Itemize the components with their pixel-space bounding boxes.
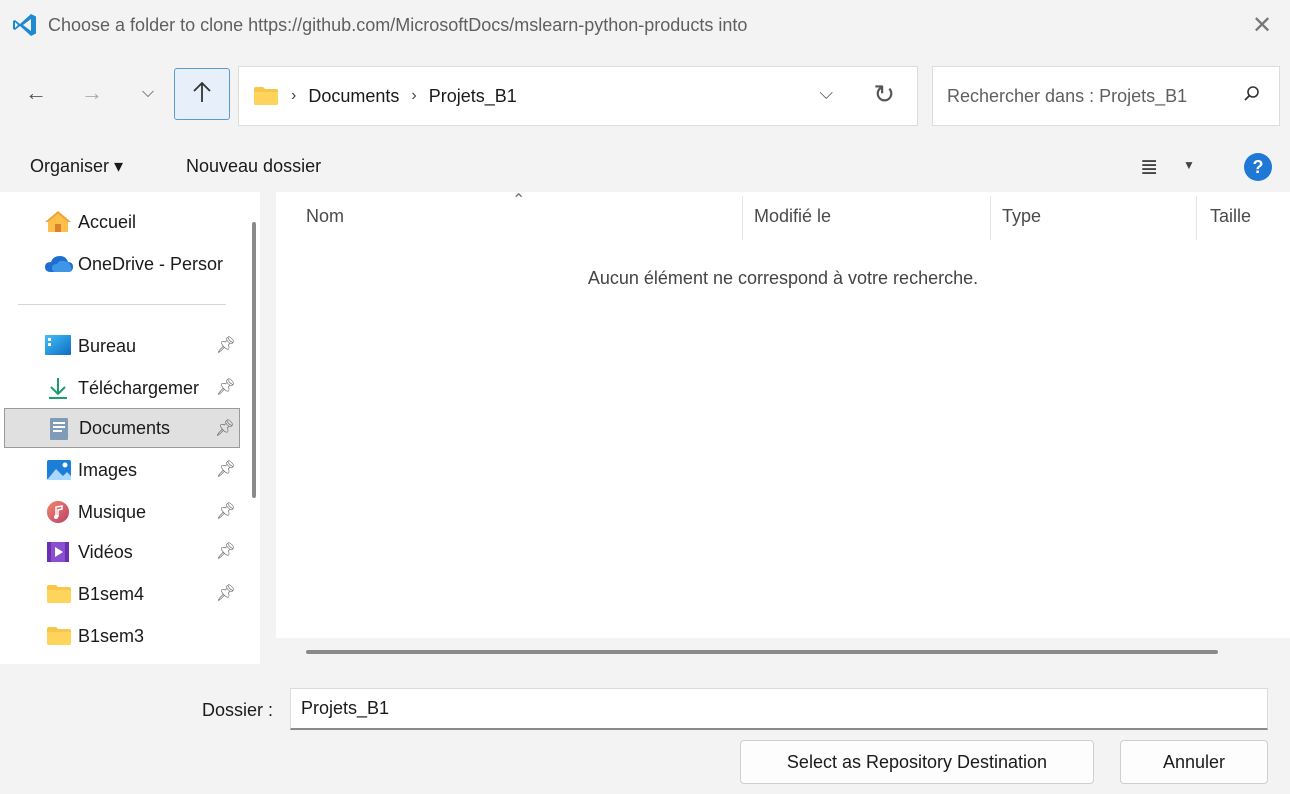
search-icon[interactable] (1243, 85, 1261, 108)
sort-ascending-caret-icon: ⌃ (512, 192, 526, 209)
home-icon (44, 210, 71, 234)
sidebar-item-bureau[interactable]: Bureau 📌︎ (4, 326, 240, 366)
column-header-size[interactable]: Taille (1210, 206, 1251, 227)
folder-icon (253, 86, 279, 106)
column-divider[interactable] (990, 196, 991, 240)
sidebar-item-label: Accueil (78, 211, 137, 232)
column-header-type[interactable]: Type (1002, 206, 1041, 227)
navigation-bar: ← → ⌵ › Documents › Projets_B1 ⌵ ↻ (0, 60, 1290, 128)
pin-icon[interactable]: 📌︎ (214, 418, 235, 438)
pin-icon[interactable]: 📌︎ (216, 501, 236, 521)
sidebar-item-label: Images (78, 459, 138, 480)
pin-icon[interactable]: 📌︎ (216, 377, 236, 397)
sidebar-item-accueil[interactable]: Accueil (4, 202, 240, 242)
search-box[interactable] (932, 66, 1280, 126)
column-divider[interactable] (1196, 196, 1197, 240)
breadcrumb-separator-icon: › (411, 87, 417, 104)
up-arrow-icon (192, 81, 212, 108)
forward-arrow-icon[interactable]: → (72, 68, 112, 118)
breadcrumb-projets[interactable]: Projets_B1 (429, 86, 517, 107)
breadcrumb-separator-icon: › (291, 87, 297, 104)
column-header-name[interactable]: Nom (306, 206, 344, 227)
images-icon (46, 458, 72, 482)
download-icon (46, 376, 72, 400)
folder-name-input[interactable] (290, 688, 1268, 730)
music-icon (46, 500, 72, 524)
view-options-icon[interactable]: ≣ (1140, 154, 1158, 180)
sidebar-item-label: B1sem3 (78, 625, 145, 646)
sidebar-item-videos[interactable]: Vidéos 📌︎ (4, 532, 240, 572)
pin-icon[interactable]: 📌︎ (216, 335, 236, 355)
recent-locations-chevron-icon[interactable]: ⌵ (128, 68, 168, 118)
cancel-button[interactable]: Annuler (1120, 740, 1268, 784)
sidebar-item-label: Vidéos (78, 541, 133, 562)
dialog-footer: Dossier : Select as Repository Destinati… (0, 664, 1290, 794)
address-bar[interactable]: › Documents › Projets_B1 ⌵ ↻ (238, 66, 918, 126)
pin-icon[interactable]: 📌︎ (216, 541, 236, 561)
sidebar-item-musique[interactable]: Musique 📌︎ (4, 492, 240, 532)
command-bar: Organiser ▾ Nouveau dossier ≣ ▼ (0, 142, 1290, 192)
column-header-modified[interactable]: Modifié le (754, 206, 831, 227)
sidebar-item-b1sem4[interactable]: B1sem4 📌︎ (4, 574, 240, 614)
folder-icon (46, 626, 72, 650)
address-dropdown-chevron-icon[interactable]: ⌵ (819, 83, 833, 104)
help-icon[interactable]: ? (1244, 153, 1272, 181)
sidebar-divider (18, 304, 226, 305)
sidebar-item-documents[interactable]: Documents 📌︎ (4, 408, 240, 448)
sidebar-item-label: OneDrive - Persor (78, 253, 224, 274)
select-destination-button[interactable]: Select as Repository Destination (740, 740, 1094, 784)
sidebar-item-onedrive[interactable]: OneDrive - Persor (4, 244, 240, 284)
sidebar-item-label: Documents (79, 417, 171, 438)
onedrive-cloud-icon (44, 254, 73, 278)
sidebar-item-label: Téléchargemer (78, 377, 200, 398)
up-folder-button[interactable] (174, 68, 230, 120)
sidebar-item-b1sem3[interactable]: B1sem3 (4, 616, 240, 656)
sidebar-item-images[interactable]: Images 📌︎ (4, 450, 240, 490)
folder-field-label: Dossier : (202, 700, 274, 720)
sidebar-item-label: Musique (78, 501, 147, 522)
navigation-pane: Accueil OneDrive - Persor Bureau 📌︎ Télé… (0, 192, 260, 664)
sidebar-item-label: B1sem4 (78, 583, 145, 604)
videos-icon (46, 540, 72, 564)
desktop-icon (44, 334, 71, 358)
empty-state-message: Aucun élément ne correspond à votre rech… (587, 268, 979, 288)
sidebar-item-telechargements[interactable]: Téléchargemer 📌︎ (4, 368, 240, 408)
organize-menu-button[interactable]: Organiser ▾ (30, 156, 123, 177)
close-icon[interactable]: ✕ (1248, 11, 1276, 39)
title-bar: Choose a folder to clone https://github.… (0, 0, 1290, 50)
view-dropdown-caret-icon[interactable]: ▼ (1183, 158, 1195, 172)
horizontal-scrollbar[interactable] (306, 650, 1218, 654)
sidebar-item-label: Bureau (78, 335, 137, 356)
new-folder-button[interactable]: Nouveau dossier (186, 156, 321, 177)
file-list: ⌃ Nom Modifié le Type Taille Aucun éléme… (276, 192, 1290, 664)
sidebar-scrollbar[interactable] (252, 222, 256, 498)
documents-icon (47, 417, 73, 441)
vscode-icon (12, 12, 38, 38)
column-divider[interactable] (742, 196, 743, 240)
folder-icon (46, 584, 72, 608)
window-title: Choose a folder to clone https://github.… (48, 14, 748, 35)
search-input[interactable] (947, 85, 1227, 107)
breadcrumb-documents[interactable]: Documents (308, 86, 399, 107)
pin-icon[interactable]: 📌︎ (216, 583, 236, 603)
refresh-icon[interactable]: ↻ (873, 79, 895, 110)
pin-icon[interactable]: 📌︎ (216, 459, 236, 479)
back-arrow-icon[interactable]: ← (16, 68, 56, 118)
